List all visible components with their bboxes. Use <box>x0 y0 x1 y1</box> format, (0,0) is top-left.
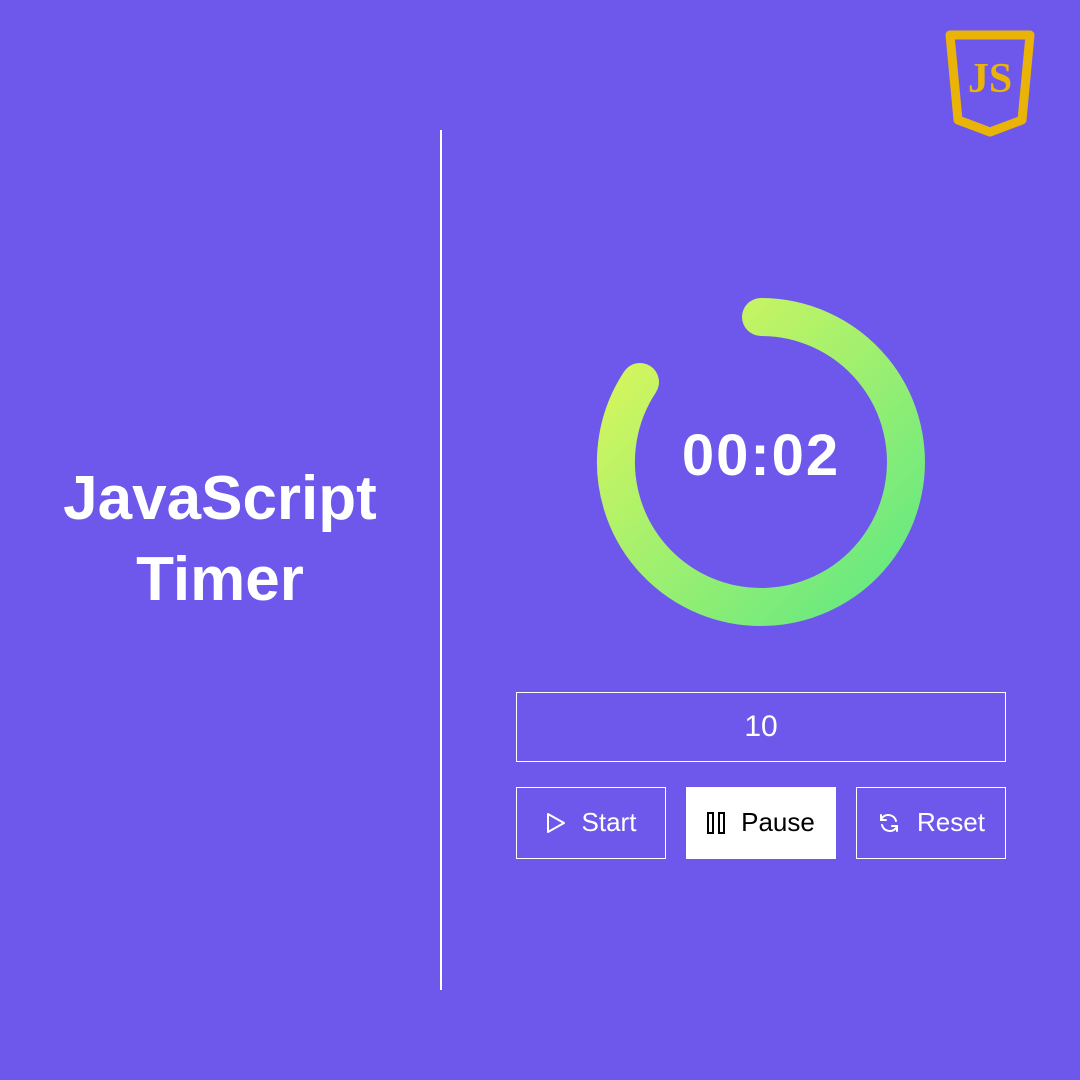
right-panel: 00:02 10 Start Pause <box>442 282 1080 859</box>
button-row: Start Pause Reset <box>516 787 1006 859</box>
timer-ring: 00:02 <box>581 282 941 642</box>
timer-display: 00:02 <box>682 421 840 488</box>
title-line1: JavaScript <box>63 464 377 533</box>
js-badge-icon: JS <box>940 30 1040 145</box>
title-line2: Timer <box>136 545 304 614</box>
pause-icon <box>707 811 725 835</box>
main-container: JavaScript Timer 00:02 10 <box>0 0 1080 1080</box>
reset-button[interactable]: Reset <box>856 787 1006 859</box>
reset-button-label: Reset <box>917 807 985 838</box>
start-button[interactable]: Start <box>516 787 666 859</box>
left-panel: JavaScript Timer <box>0 459 440 620</box>
pause-button[interactable]: Pause <box>686 787 836 859</box>
duration-input[interactable]: 10 <box>516 692 1006 762</box>
play-icon <box>546 812 566 834</box>
start-button-label: Start <box>582 807 637 838</box>
reset-icon <box>877 811 901 835</box>
pause-button-label: Pause <box>741 807 815 838</box>
page-title: JavaScript Timer <box>63 459 377 620</box>
svg-text:JS: JS <box>968 56 1012 102</box>
